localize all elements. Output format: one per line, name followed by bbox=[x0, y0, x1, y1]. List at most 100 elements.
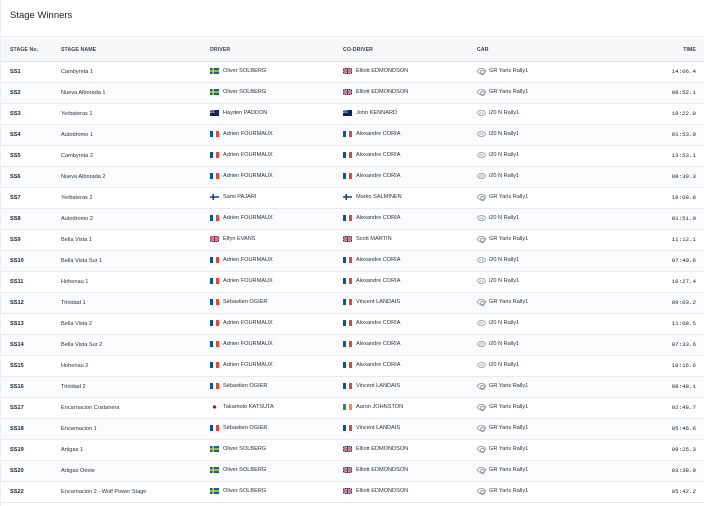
co-driver-name[interactable]: Alexandre CORIA bbox=[356, 257, 400, 263]
table-row[interactable]: SS10 Bella Vista Sur 1 Adrien FOURMAUX Alex… bbox=[1, 250, 704, 271]
driver-name[interactable]: Elfyn EVANS bbox=[223, 236, 256, 242]
table-row[interactable]: SS9 Bella Vista 1 Elfyn EVANS Scott MARTIN G… bbox=[1, 229, 704, 250]
table-row[interactable]: SS6 Nueva Alborada 2 Adrien FOURMAUX Alexan… bbox=[1, 166, 704, 187]
driver-name[interactable]: Sébastien OGIER bbox=[223, 383, 267, 389]
driver-name[interactable]: Oliver SOLBERG bbox=[223, 89, 266, 95]
fra-flag-icon bbox=[343, 152, 352, 159]
hyundai-logo-icon bbox=[477, 110, 486, 117]
stage-time: 09:03.2 bbox=[671, 299, 696, 306]
toyota-logo-icon bbox=[477, 383, 486, 390]
table-row[interactable]: SS8 Autodromo 2 Adrien FOURMAUX Alexandre C… bbox=[1, 208, 704, 229]
driver-cell: Sébastien OGIER bbox=[201, 418, 334, 439]
co-driver-name[interactable]: Alexandre CORIA bbox=[356, 362, 400, 368]
co-driver-name[interactable]: Elliott EDMONDSON bbox=[356, 488, 408, 494]
driver-name[interactable]: Adrien FOURMAUX bbox=[223, 341, 273, 347]
table-row[interactable]: SS1 Cambyreta 1 Oliver SOLBERG Elliott EDMO… bbox=[1, 61, 704, 82]
header-driver[interactable]: DRIVER bbox=[201, 39, 334, 62]
header-time[interactable]: TIME bbox=[598, 39, 704, 62]
driver-name[interactable]: Adrien FOURMAUX bbox=[223, 173, 273, 179]
co-driver-name[interactable]: Alexandre CORIA bbox=[356, 173, 400, 179]
swe-flag-icon bbox=[210, 68, 219, 75]
stage-number: SS10 bbox=[10, 257, 24, 264]
driver-name[interactable]: Oliver SOLBERG bbox=[223, 68, 266, 74]
table-row[interactable]: SS7 Yerbateras 2 Sami PAJARI Marko SALMINEN… bbox=[1, 187, 704, 208]
page-title: Stage Winners bbox=[10, 10, 73, 21]
co-driver-name[interactable]: Elliott EDMONDSON bbox=[356, 467, 408, 473]
stage-number: SS7 bbox=[10, 194, 21, 201]
table-row[interactable]: SS22 Encarnacion 2 - Wolf Power Stage Oliv… bbox=[1, 481, 704, 502]
table-row[interactable]: SS14 Bella Vista Sur 2 Adrien FOURMAUX Alex… bbox=[1, 334, 704, 355]
co-driver-name[interactable]: Alexandre CORIA bbox=[356, 320, 400, 326]
stage-time: 08:39.3 bbox=[671, 173, 696, 180]
co-driver-name[interactable]: Alexandre CORIA bbox=[356, 278, 400, 284]
stage-name: Encarnacion 2 - Wolf Power Stage bbox=[61, 488, 147, 495]
driver-name[interactable]: Adrien FOURMAUX bbox=[223, 131, 273, 137]
co-driver-name[interactable]: John KENNARD bbox=[356, 110, 397, 116]
co-driver-name[interactable]: Alexandre CORIA bbox=[356, 152, 400, 158]
co-driver-name[interactable]: Scott MARTIN bbox=[356, 236, 392, 242]
table-row[interactable]: SS2 Nueva Alborada 1 Oliver SOLBERG Elliott… bbox=[1, 82, 704, 103]
table-row[interactable]: SS12 Trinidad 1 Sébastien OGIER Vincent LAN… bbox=[1, 292, 704, 313]
driver-name[interactable]: Sébastien OGIER bbox=[223, 425, 267, 431]
header-stage-name[interactable]: STAGE NAME bbox=[52, 39, 201, 62]
co-driver-name[interactable]: Alexandre CORIA bbox=[356, 341, 400, 347]
driver-name[interactable]: Adrien FOURMAUX bbox=[223, 278, 273, 284]
driver-name[interactable]: Adrien FOURMAUX bbox=[223, 320, 273, 326]
stage-name: Bella Vista 1 bbox=[61, 236, 92, 243]
irl-flag-icon bbox=[343, 404, 352, 411]
toyota-logo-icon bbox=[477, 425, 486, 432]
table-row[interactable]: SS3 Yerbateras 1 Hayden PADDON John KENNARD… bbox=[1, 103, 704, 124]
swe-flag-icon bbox=[210, 488, 219, 495]
hyundai-logo-icon bbox=[477, 320, 486, 327]
table-row[interactable]: SS5 Cambyreta 2 Adrien FOURMAUX Alexandre C… bbox=[1, 145, 704, 166]
co-driver-name[interactable]: Elliott EDMONDSON bbox=[356, 68, 408, 74]
hyundai-logo-icon bbox=[477, 362, 486, 369]
stage-time: 01:51.0 bbox=[671, 215, 696, 222]
header-co-driver[interactable]: CO-DRIVER bbox=[334, 39, 468, 62]
stage-winners-table: STAGE No. STAGE NAME DRIVER CO-DRIVER CA… bbox=[1, 39, 704, 503]
fra-flag-icon bbox=[210, 131, 219, 138]
hyundai-logo-icon bbox=[477, 341, 486, 348]
co-driver-name[interactable]: Vincent LANDAIS bbox=[356, 383, 400, 389]
table-row[interactable]: SS4 Autodromo 1 Adrien FOURMAUX Alexandre C… bbox=[1, 124, 704, 145]
driver-name[interactable]: Adrien FOURMAUX bbox=[223, 152, 273, 158]
header-car[interactable]: CAR bbox=[468, 39, 598, 62]
co-driver-name[interactable]: Elliott EDMONDSON bbox=[356, 446, 408, 452]
co-driver-name[interactable]: Alexandre CORIA bbox=[356, 215, 400, 221]
car-cell: i20 N Rally1 bbox=[468, 355, 598, 376]
co-driver-name[interactable]: Alexandre CORIA bbox=[356, 131, 400, 137]
stage-number: SS1 bbox=[10, 68, 21, 75]
driver-name[interactable]: Hayden PADDON bbox=[223, 110, 267, 116]
table-row[interactable]: SS20 Artigas Oeste Oliver SOLBERG Elliott E… bbox=[1, 460, 704, 481]
driver-name[interactable]: Adrien FOURMAUX bbox=[223, 362, 273, 368]
co-driver-name[interactable]: Vincent LANDAIS bbox=[356, 425, 400, 431]
co-driver-name[interactable]: Marko SALMINEN bbox=[356, 194, 402, 200]
driver-name[interactable]: Sébastien OGIER bbox=[223, 299, 267, 305]
co-driver-name[interactable]: Vincent LANDAIS bbox=[356, 299, 400, 305]
co-driver-name[interactable]: Elliott EDMONDSON bbox=[356, 89, 408, 95]
table-row[interactable]: SS18 Encarnacion 1 Sébastien OGIER Vincent … bbox=[1, 418, 704, 439]
co-driver-name[interactable]: Aaron JOHNSTON bbox=[356, 404, 403, 410]
driver-name[interactable]: Oliver SOLBERG bbox=[223, 446, 266, 452]
table-row[interactable]: SS19 Artigas 1 Oliver SOLBERG Elliott EDMON… bbox=[1, 439, 704, 460]
stage-name: Encarnacion Costanera bbox=[61, 404, 120, 411]
driver-name[interactable]: Oliver SOLBERG bbox=[223, 467, 266, 473]
header-stage-no[interactable]: STAGE No. bbox=[1, 39, 52, 62]
car-cell: GR Yaris Rally1 bbox=[468, 61, 598, 82]
table-row[interactable]: SS15 Hohenau 2 Adrien FOURMAUX Alexandre CO… bbox=[1, 355, 704, 376]
table-row[interactable]: SS16 Trinidad 2 Sébastien OGIER Vincent LAN… bbox=[1, 376, 704, 397]
driver-name[interactable]: Adrien FOURMAUX bbox=[223, 215, 273, 221]
driver-name[interactable]: Takamoto KATSUTA bbox=[223, 404, 274, 410]
table-row[interactable]: SS13 Bella Vista 2 Adrien FOURMAUX Alexandr… bbox=[1, 313, 704, 334]
driver-name[interactable]: Adrien FOURMAUX bbox=[223, 257, 273, 263]
table-row[interactable]: SS17 Encarnacion Costanera Takamoto KATSUT… bbox=[1, 397, 704, 418]
stage-name: Autodromo 1 bbox=[61, 131, 94, 138]
driver-name[interactable]: Sami PAJARI bbox=[223, 194, 256, 200]
driver-name[interactable]: Oliver SOLBERG bbox=[223, 488, 266, 494]
stage-time: 05:42.2 bbox=[671, 488, 696, 495]
toyota-logo-icon bbox=[477, 236, 486, 243]
car-name: i20 N Rally1 bbox=[489, 173, 520, 180]
table-row[interactable]: SS11 Hohenau 1 Adrien FOURMAUX Alexandre CO… bbox=[1, 271, 704, 292]
driver-cell: Adrien FOURMAUX bbox=[201, 124, 334, 145]
stage-number: SS6 bbox=[10, 173, 21, 180]
